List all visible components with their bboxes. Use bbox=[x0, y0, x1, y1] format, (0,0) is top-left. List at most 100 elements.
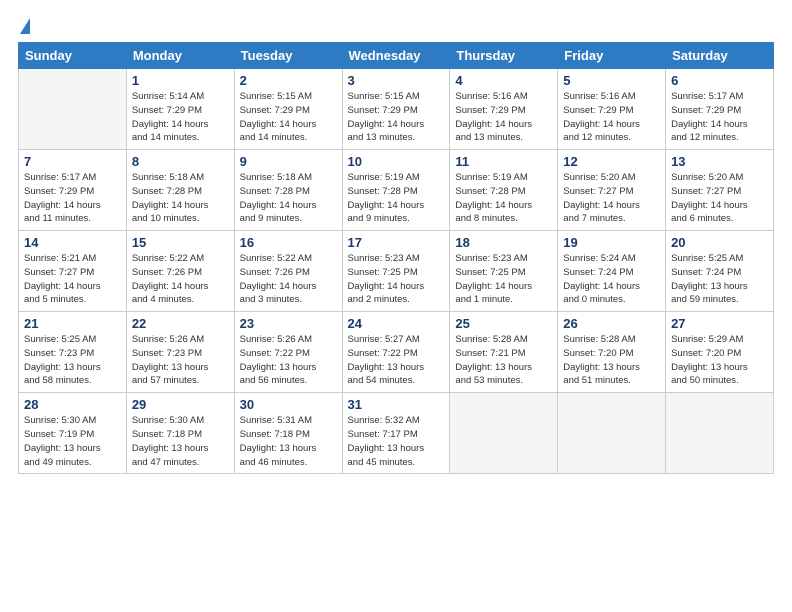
calendar-week-3: 14 Sunrise: 5:21 AMSunset: 7:27 PMDayligh… bbox=[19, 231, 774, 312]
calendar-header-saturday: Saturday bbox=[666, 43, 774, 69]
day-info: Sunrise: 5:15 AMSunset: 7:29 PMDaylight:… bbox=[240, 90, 337, 145]
day-info: Sunrise: 5:18 AMSunset: 7:28 PMDaylight:… bbox=[132, 171, 229, 226]
day-number: 19 bbox=[563, 235, 660, 250]
day-number: 20 bbox=[671, 235, 768, 250]
calendar-cell: 3 Sunrise: 5:15 AMSunset: 7:29 PMDaylight… bbox=[342, 69, 450, 150]
calendar-cell: 6Sunrise: 5:17 AMSunset: 7:29 PMDaylight… bbox=[666, 69, 774, 150]
day-info: Sunrise: 5:15 AMSunset: 7:29 PMDaylight:… bbox=[348, 90, 445, 145]
day-number: 22 bbox=[132, 316, 229, 331]
logo-triangle-icon bbox=[20, 18, 30, 34]
day-info: Sunrise: 5:17 AMSunset: 7:29 PMDaylight:… bbox=[671, 90, 768, 145]
calendar-week-4: 21Sunrise: 5:25 AMSunset: 7:23 PMDayligh… bbox=[19, 312, 774, 393]
day-info: Sunrise: 5:20 AMSunset: 7:27 PMDaylight:… bbox=[563, 171, 660, 226]
calendar-cell: 19Sunrise: 5:24 AMSunset: 7:24 PMDayligh… bbox=[558, 231, 666, 312]
calendar-cell: 13 Sunrise: 5:20 AMSunset: 7:27 PMDayligh… bbox=[666, 150, 774, 231]
calendar-cell: 25 Sunrise: 5:28 AMSunset: 7:21 PMDayligh… bbox=[450, 312, 558, 393]
calendar-cell: 10Sunrise: 5:19 AMSunset: 7:28 PMDayligh… bbox=[342, 150, 450, 231]
calendar-cell: 15 Sunrise: 5:22 AMSunset: 7:26 PMDayligh… bbox=[126, 231, 234, 312]
day-number: 24 bbox=[348, 316, 445, 331]
day-info: Sunrise: 5:32 AMSunset: 7:17 PMDaylight:… bbox=[348, 414, 445, 469]
calendar-header-thursday: Thursday bbox=[450, 43, 558, 69]
calendar-header-monday: Monday bbox=[126, 43, 234, 69]
day-number: 29 bbox=[132, 397, 229, 412]
calendar-cell: 26 Sunrise: 5:28 AMSunset: 7:20 PMDayligh… bbox=[558, 312, 666, 393]
calendar-cell: 31 Sunrise: 5:32 AMSunset: 7:17 PMDayligh… bbox=[342, 393, 450, 474]
day-number: 16 bbox=[240, 235, 337, 250]
day-info: Sunrise: 5:22 AMSunset: 7:26 PMDaylight:… bbox=[132, 252, 229, 307]
day-number: 5 bbox=[563, 73, 660, 88]
calendar-cell: 30Sunrise: 5:31 AMSunset: 7:18 PMDayligh… bbox=[234, 393, 342, 474]
day-info: Sunrise: 5:23 AMSunset: 7:25 PMDaylight:… bbox=[348, 252, 445, 307]
calendar-cell: 29 Sunrise: 5:30 AMSunset: 7:18 PMDayligh… bbox=[126, 393, 234, 474]
calendar-cell: 5 Sunrise: 5:16 AMSunset: 7:29 PMDaylight… bbox=[558, 69, 666, 150]
calendar-header-wednesday: Wednesday bbox=[342, 43, 450, 69]
calendar-header-sunday: Sunday bbox=[19, 43, 127, 69]
calendar-cell: 8 Sunrise: 5:18 AMSunset: 7:28 PMDaylight… bbox=[126, 150, 234, 231]
logo bbox=[18, 18, 30, 34]
day-info: Sunrise: 5:14 AMSunset: 7:29 PMDaylight:… bbox=[132, 90, 229, 145]
calendar-cell: 22Sunrise: 5:26 AMSunset: 7:23 PMDayligh… bbox=[126, 312, 234, 393]
day-info: Sunrise: 5:17 AMSunset: 7:29 PMDaylight:… bbox=[24, 171, 121, 226]
day-number: 14 bbox=[24, 235, 121, 250]
day-number: 30 bbox=[240, 397, 337, 412]
day-info: Sunrise: 5:28 AMSunset: 7:21 PMDaylight:… bbox=[455, 333, 552, 388]
calendar-cell: 21Sunrise: 5:25 AMSunset: 7:23 PMDayligh… bbox=[19, 312, 127, 393]
day-number: 1 bbox=[132, 73, 229, 88]
day-info: Sunrise: 5:20 AMSunset: 7:27 PMDaylight:… bbox=[671, 171, 768, 226]
day-info: Sunrise: 5:18 AMSunset: 7:28 PMDaylight:… bbox=[240, 171, 337, 226]
day-number: 9 bbox=[240, 154, 337, 169]
calendar-cell: 2Sunrise: 5:15 AMSunset: 7:29 PMDaylight… bbox=[234, 69, 342, 150]
day-info: Sunrise: 5:29 AMSunset: 7:20 PMDaylight:… bbox=[671, 333, 768, 388]
day-info: Sunrise: 5:26 AMSunset: 7:22 PMDaylight:… bbox=[240, 333, 337, 388]
calendar-cell: 14 Sunrise: 5:21 AMSunset: 7:27 PMDayligh… bbox=[19, 231, 127, 312]
calendar-cell: 20 Sunrise: 5:25 AMSunset: 7:24 PMDayligh… bbox=[666, 231, 774, 312]
calendar-cell: 27 Sunrise: 5:29 AMSunset: 7:20 PMDayligh… bbox=[666, 312, 774, 393]
calendar-cell bbox=[450, 393, 558, 474]
day-number: 28 bbox=[24, 397, 121, 412]
calendar-cell bbox=[19, 69, 127, 150]
day-number: 18 bbox=[455, 235, 552, 250]
day-info: Sunrise: 5:30 AMSunset: 7:18 PMDaylight:… bbox=[132, 414, 229, 469]
day-number: 11 bbox=[455, 154, 552, 169]
day-number: 3 bbox=[348, 73, 445, 88]
day-number: 12 bbox=[563, 154, 660, 169]
day-number: 15 bbox=[132, 235, 229, 250]
calendar-cell: 18 Sunrise: 5:23 AMSunset: 7:25 PMDayligh… bbox=[450, 231, 558, 312]
calendar-cell: 9 Sunrise: 5:18 AMSunset: 7:28 PMDaylight… bbox=[234, 150, 342, 231]
calendar-week-2: 7 Sunrise: 5:17 AMSunset: 7:29 PMDaylight… bbox=[19, 150, 774, 231]
day-number: 13 bbox=[671, 154, 768, 169]
calendar-cell: 7 Sunrise: 5:17 AMSunset: 7:29 PMDaylight… bbox=[19, 150, 127, 231]
calendar-cell: 23 Sunrise: 5:26 AMSunset: 7:22 PMDayligh… bbox=[234, 312, 342, 393]
day-number: 8 bbox=[132, 154, 229, 169]
day-number: 4 bbox=[455, 73, 552, 88]
day-number: 31 bbox=[348, 397, 445, 412]
calendar-cell: 24 Sunrise: 5:27 AMSunset: 7:22 PMDayligh… bbox=[342, 312, 450, 393]
calendar-header-row: SundayMondayTuesdayWednesdayThursdayFrid… bbox=[19, 43, 774, 69]
day-number: 7 bbox=[24, 154, 121, 169]
day-info: Sunrise: 5:19 AMSunset: 7:28 PMDaylight:… bbox=[455, 171, 552, 226]
calendar-cell: 11 Sunrise: 5:19 AMSunset: 7:28 PMDayligh… bbox=[450, 150, 558, 231]
calendar-header-tuesday: Tuesday bbox=[234, 43, 342, 69]
day-number: 25 bbox=[455, 316, 552, 331]
day-number: 27 bbox=[671, 316, 768, 331]
day-number: 10 bbox=[348, 154, 445, 169]
calendar-cell: 4 Sunrise: 5:16 AMSunset: 7:29 PMDaylight… bbox=[450, 69, 558, 150]
calendar-cell: 17Sunrise: 5:23 AMSunset: 7:25 PMDayligh… bbox=[342, 231, 450, 312]
day-info: Sunrise: 5:16 AMSunset: 7:29 PMDaylight:… bbox=[563, 90, 660, 145]
day-info: Sunrise: 5:22 AMSunset: 7:26 PMDaylight:… bbox=[240, 252, 337, 307]
calendar-week-5: 28 Sunrise: 5:30 AMSunset: 7:19 PMDayligh… bbox=[19, 393, 774, 474]
day-info: Sunrise: 5:27 AMSunset: 7:22 PMDaylight:… bbox=[348, 333, 445, 388]
day-info: Sunrise: 5:28 AMSunset: 7:20 PMDaylight:… bbox=[563, 333, 660, 388]
day-info: Sunrise: 5:30 AMSunset: 7:19 PMDaylight:… bbox=[24, 414, 121, 469]
calendar: SundayMondayTuesdayWednesdayThursdayFrid… bbox=[18, 42, 774, 474]
day-info: Sunrise: 5:23 AMSunset: 7:25 PMDaylight:… bbox=[455, 252, 552, 307]
calendar-cell: 12 Sunrise: 5:20 AMSunset: 7:27 PMDayligh… bbox=[558, 150, 666, 231]
page: SundayMondayTuesdayWednesdayThursdayFrid… bbox=[0, 0, 792, 612]
day-info: Sunrise: 5:21 AMSunset: 7:27 PMDaylight:… bbox=[24, 252, 121, 307]
calendar-cell: 28 Sunrise: 5:30 AMSunset: 7:19 PMDayligh… bbox=[19, 393, 127, 474]
day-info: Sunrise: 5:25 AMSunset: 7:24 PMDaylight:… bbox=[671, 252, 768, 307]
calendar-cell: 1 Sunrise: 5:14 AMSunset: 7:29 PMDaylight… bbox=[126, 69, 234, 150]
day-number: 23 bbox=[240, 316, 337, 331]
day-info: Sunrise: 5:16 AMSunset: 7:29 PMDaylight:… bbox=[455, 90, 552, 145]
day-number: 26 bbox=[563, 316, 660, 331]
